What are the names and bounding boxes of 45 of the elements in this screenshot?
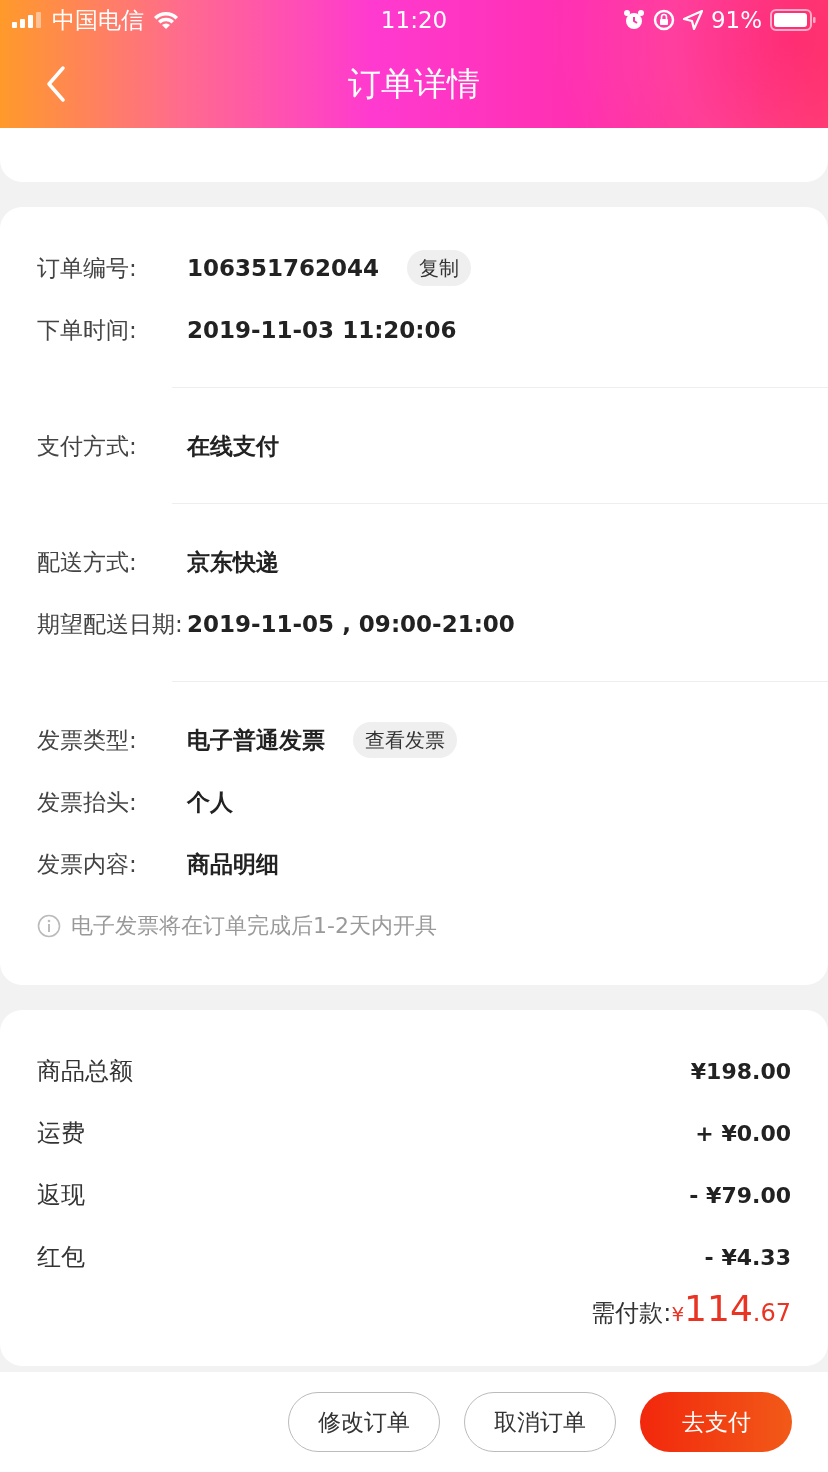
field-label: 下单时间:	[37, 315, 138, 345]
wifi-icon	[152, 10, 180, 30]
field-label: 发票类型:	[37, 725, 138, 755]
info-note: 电子发票将在订单完成后1-2天内开具	[71, 912, 437, 940]
field-value: 106351762044	[187, 255, 380, 281]
field-value: 京东快递	[187, 547, 279, 577]
field-value: 电子普通发票	[187, 725, 325, 755]
field-label: 订单编号:	[37, 253, 138, 283]
price-amount: - ¥4.33	[704, 1244, 791, 1270]
field-label: 发票内容:	[37, 849, 138, 879]
total-label: 需付款:	[591, 1298, 672, 1329]
field-value: 在线支付	[187, 431, 279, 461]
back-icon	[46, 66, 66, 102]
price-label: 运费	[37, 1118, 85, 1149]
back-button[interactable]	[46, 65, 68, 103]
field-value: 商品明细	[187, 849, 279, 879]
info-icon	[37, 914, 61, 938]
price-amount: + ¥0.00	[695, 1120, 791, 1146]
field-value: 2019-11-03 11:20:06	[187, 317, 457, 343]
field-value: 个人	[187, 787, 233, 817]
price-label: 返现	[37, 1180, 85, 1211]
price-amount: ¥198.00	[690, 1058, 791, 1084]
carrier-name: 中国电信	[52, 5, 144, 35]
alarm-icon	[622, 9, 645, 31]
price-label: 商品总额	[37, 1056, 133, 1087]
battery-percent: 91%	[710, 7, 762, 33]
order-button[interactable]: 修改订单	[288, 1392, 440, 1452]
location-icon	[682, 10, 703, 30]
signal-icon	[12, 12, 44, 28]
battery-icon	[770, 9, 816, 31]
pay-button[interactable]: 去支付	[640, 1392, 792, 1452]
total-amount: ¥114.67	[671, 1288, 791, 1329]
order-button[interactable]: 取消订单	[464, 1392, 616, 1452]
field-label: 发票抬头:	[37, 787, 138, 817]
action-chip[interactable]: 复制	[407, 250, 472, 286]
price-amount: - ¥79.00	[689, 1182, 791, 1208]
page-title: 订单详情	[348, 62, 480, 105]
price-label: 红包	[37, 1242, 85, 1273]
field-label: 配送方式:	[37, 547, 138, 577]
field-label: 支付方式:	[37, 431, 138, 461]
field-value: 2019-11-05 , 09:00-21:00	[187, 611, 515, 637]
status-time: 11:20	[380, 7, 448, 33]
field-label: 期望配送日期:	[37, 609, 183, 639]
rotation-lock-icon	[652, 9, 675, 31]
action-chip[interactable]: 查看发票	[353, 722, 457, 758]
